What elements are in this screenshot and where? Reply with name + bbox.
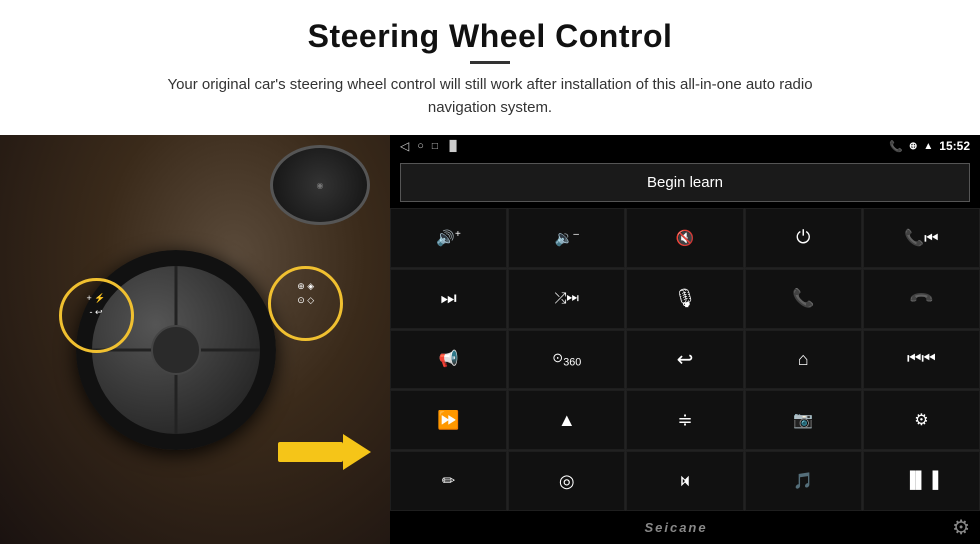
content-section: ◉ + ⚡ - ↩ — [0, 135, 980, 544]
speedometer: ◉ — [270, 145, 370, 225]
bottom-bar: Seicane ⚙ — [390, 511, 980, 544]
skip-back-icon: ⏮⏮ — [907, 350, 936, 368]
status-bar-left: ◁ ○ □ ▐▌ — [400, 139, 460, 153]
fast-fwd-btn[interactable]: ⏩ — [390, 390, 507, 450]
power-icon: ⏻ — [796, 227, 810, 248]
prev-track-btn[interactable]: 📞⏮ — [863, 208, 980, 268]
camera-360-icon: ⊙360 — [552, 350, 581, 369]
shuffle-icon: ⤮⏭ — [555, 290, 580, 307]
eq-btn[interactable]: ≑ — [626, 390, 743, 450]
skip-back-btn[interactable]: ⏮⏮ — [863, 330, 980, 390]
pen-btn[interactable]: ✏ — [390, 451, 507, 511]
hang-up-icon: 📞 — [907, 285, 935, 313]
eq-icon: ≑ — [677, 410, 692, 431]
eq2-icon: ▐▌▐ — [904, 472, 938, 490]
camera-icon: 📷 — [793, 410, 813, 430]
status-bar-right: 📞 ⊕ ▲ 15:52 — [889, 139, 970, 153]
android-screen: ◁ ○ □ ▐▌ 📞 ⊕ ▲ 15:52 Begin learn — [390, 135, 980, 544]
mute-icon: 🔇 — [676, 229, 695, 247]
page-container: Steering Wheel Control Your original car… — [0, 0, 980, 544]
next-icon: ⏭ — [440, 288, 456, 309]
eq2-btn[interactable]: ▐▌▐ — [863, 451, 980, 511]
page-title: Steering Wheel Control — [40, 18, 940, 55]
back-btn[interactable]: ↩ — [626, 330, 743, 390]
mic-btn[interactable]: 🎙 — [626, 269, 743, 329]
header-section: Steering Wheel Control Your original car… — [0, 0, 980, 127]
vol-down-icon: 🔉– — [555, 229, 579, 247]
sliders-icon: ⚙ — [914, 410, 928, 430]
phone-call-icon: 📞 — [792, 288, 814, 309]
home-btn[interactable]: ⌂ — [745, 330, 862, 390]
pen-icon: ✏ — [442, 471, 455, 491]
sw-background: ◉ + ⚡ - ↩ — [0, 135, 390, 544]
left-button-circle: + ⚡ - ↩ — [59, 278, 134, 353]
phone-icon: 📞 — [889, 140, 903, 153]
compass-btn[interactable]: ◎ — [508, 451, 625, 511]
camera-btn[interactable]: 📷 — [745, 390, 862, 450]
begin-learn-button[interactable]: Begin learn — [400, 163, 970, 202]
right-button-circle: ⊕ ◈ ⊙ ◇ — [268, 266, 343, 341]
signal-bars: ▐▌ — [446, 141, 460, 152]
vol-up-btn[interactable]: 🔊+ — [390, 208, 507, 268]
compass-icon: ◎ — [559, 471, 575, 492]
next-btn[interactable]: ⏭ — [390, 269, 507, 329]
phone-call-btn[interactable]: 📞 — [745, 269, 862, 329]
arrow-indicator — [278, 434, 371, 470]
nav-back-icon[interactable]: ◁ — [400, 139, 409, 153]
power-btn[interactable]: ⏻ — [745, 208, 862, 268]
camera-360-btn[interactable]: ⊙360 — [508, 330, 625, 390]
sliders-btn[interactable]: ⚙ — [863, 390, 980, 450]
steering-wheel-image: ◉ + ⚡ - ↩ — [0, 135, 390, 544]
vol-up-icon: 🔊+ — [436, 229, 461, 247]
horn-btn[interactable]: 📢 — [390, 330, 507, 390]
back-icon: ↩ — [677, 347, 694, 372]
nav-home-icon[interactable]: ○ — [417, 140, 424, 152]
title-divider — [470, 61, 510, 64]
fast-fwd-icon: ⏩ — [437, 410, 459, 431]
subtitle-text: Your original car's steering wheel contr… — [140, 74, 840, 119]
prev-track-icon: 📞⏮ — [904, 228, 938, 248]
mic-icon: 🎙 — [674, 288, 697, 309]
wifi-icon: ▲ — [923, 141, 933, 152]
brand-name: Seicane — [400, 520, 952, 535]
navigate-btn[interactable]: ▲ — [508, 390, 625, 450]
shuffle-btn[interactable]: ⤮⏭ — [508, 269, 625, 329]
clock-display: 15:52 — [939, 139, 970, 153]
settings-gear-icon[interactable]: ⚙ — [952, 515, 970, 540]
control-grid: 🔊+ 🔉– 🔇 ⏻ 📞⏮ — [390, 208, 980, 511]
bluetooth-icon — [676, 472, 694, 490]
bluetooth-btn[interactable] — [626, 451, 743, 511]
nav-recent-icon[interactable]: □ — [432, 141, 438, 152]
music-btn[interactable]: 🎵 — [745, 451, 862, 511]
mute-btn[interactable]: 🔇 — [626, 208, 743, 268]
horn-icon: 📢 — [439, 349, 459, 369]
gps-icon: ⊕ — [909, 141, 917, 152]
music-icon: 🎵 — [793, 471, 813, 491]
home-icon: ⌂ — [798, 349, 809, 370]
status-bar: ◁ ○ □ ▐▌ 📞 ⊕ ▲ 15:52 — [390, 135, 980, 157]
hang-up-btn[interactable]: 📞 — [863, 269, 980, 329]
vol-down-btn[interactable]: 🔉– — [508, 208, 625, 268]
navigate-icon: ▲ — [558, 410, 576, 431]
